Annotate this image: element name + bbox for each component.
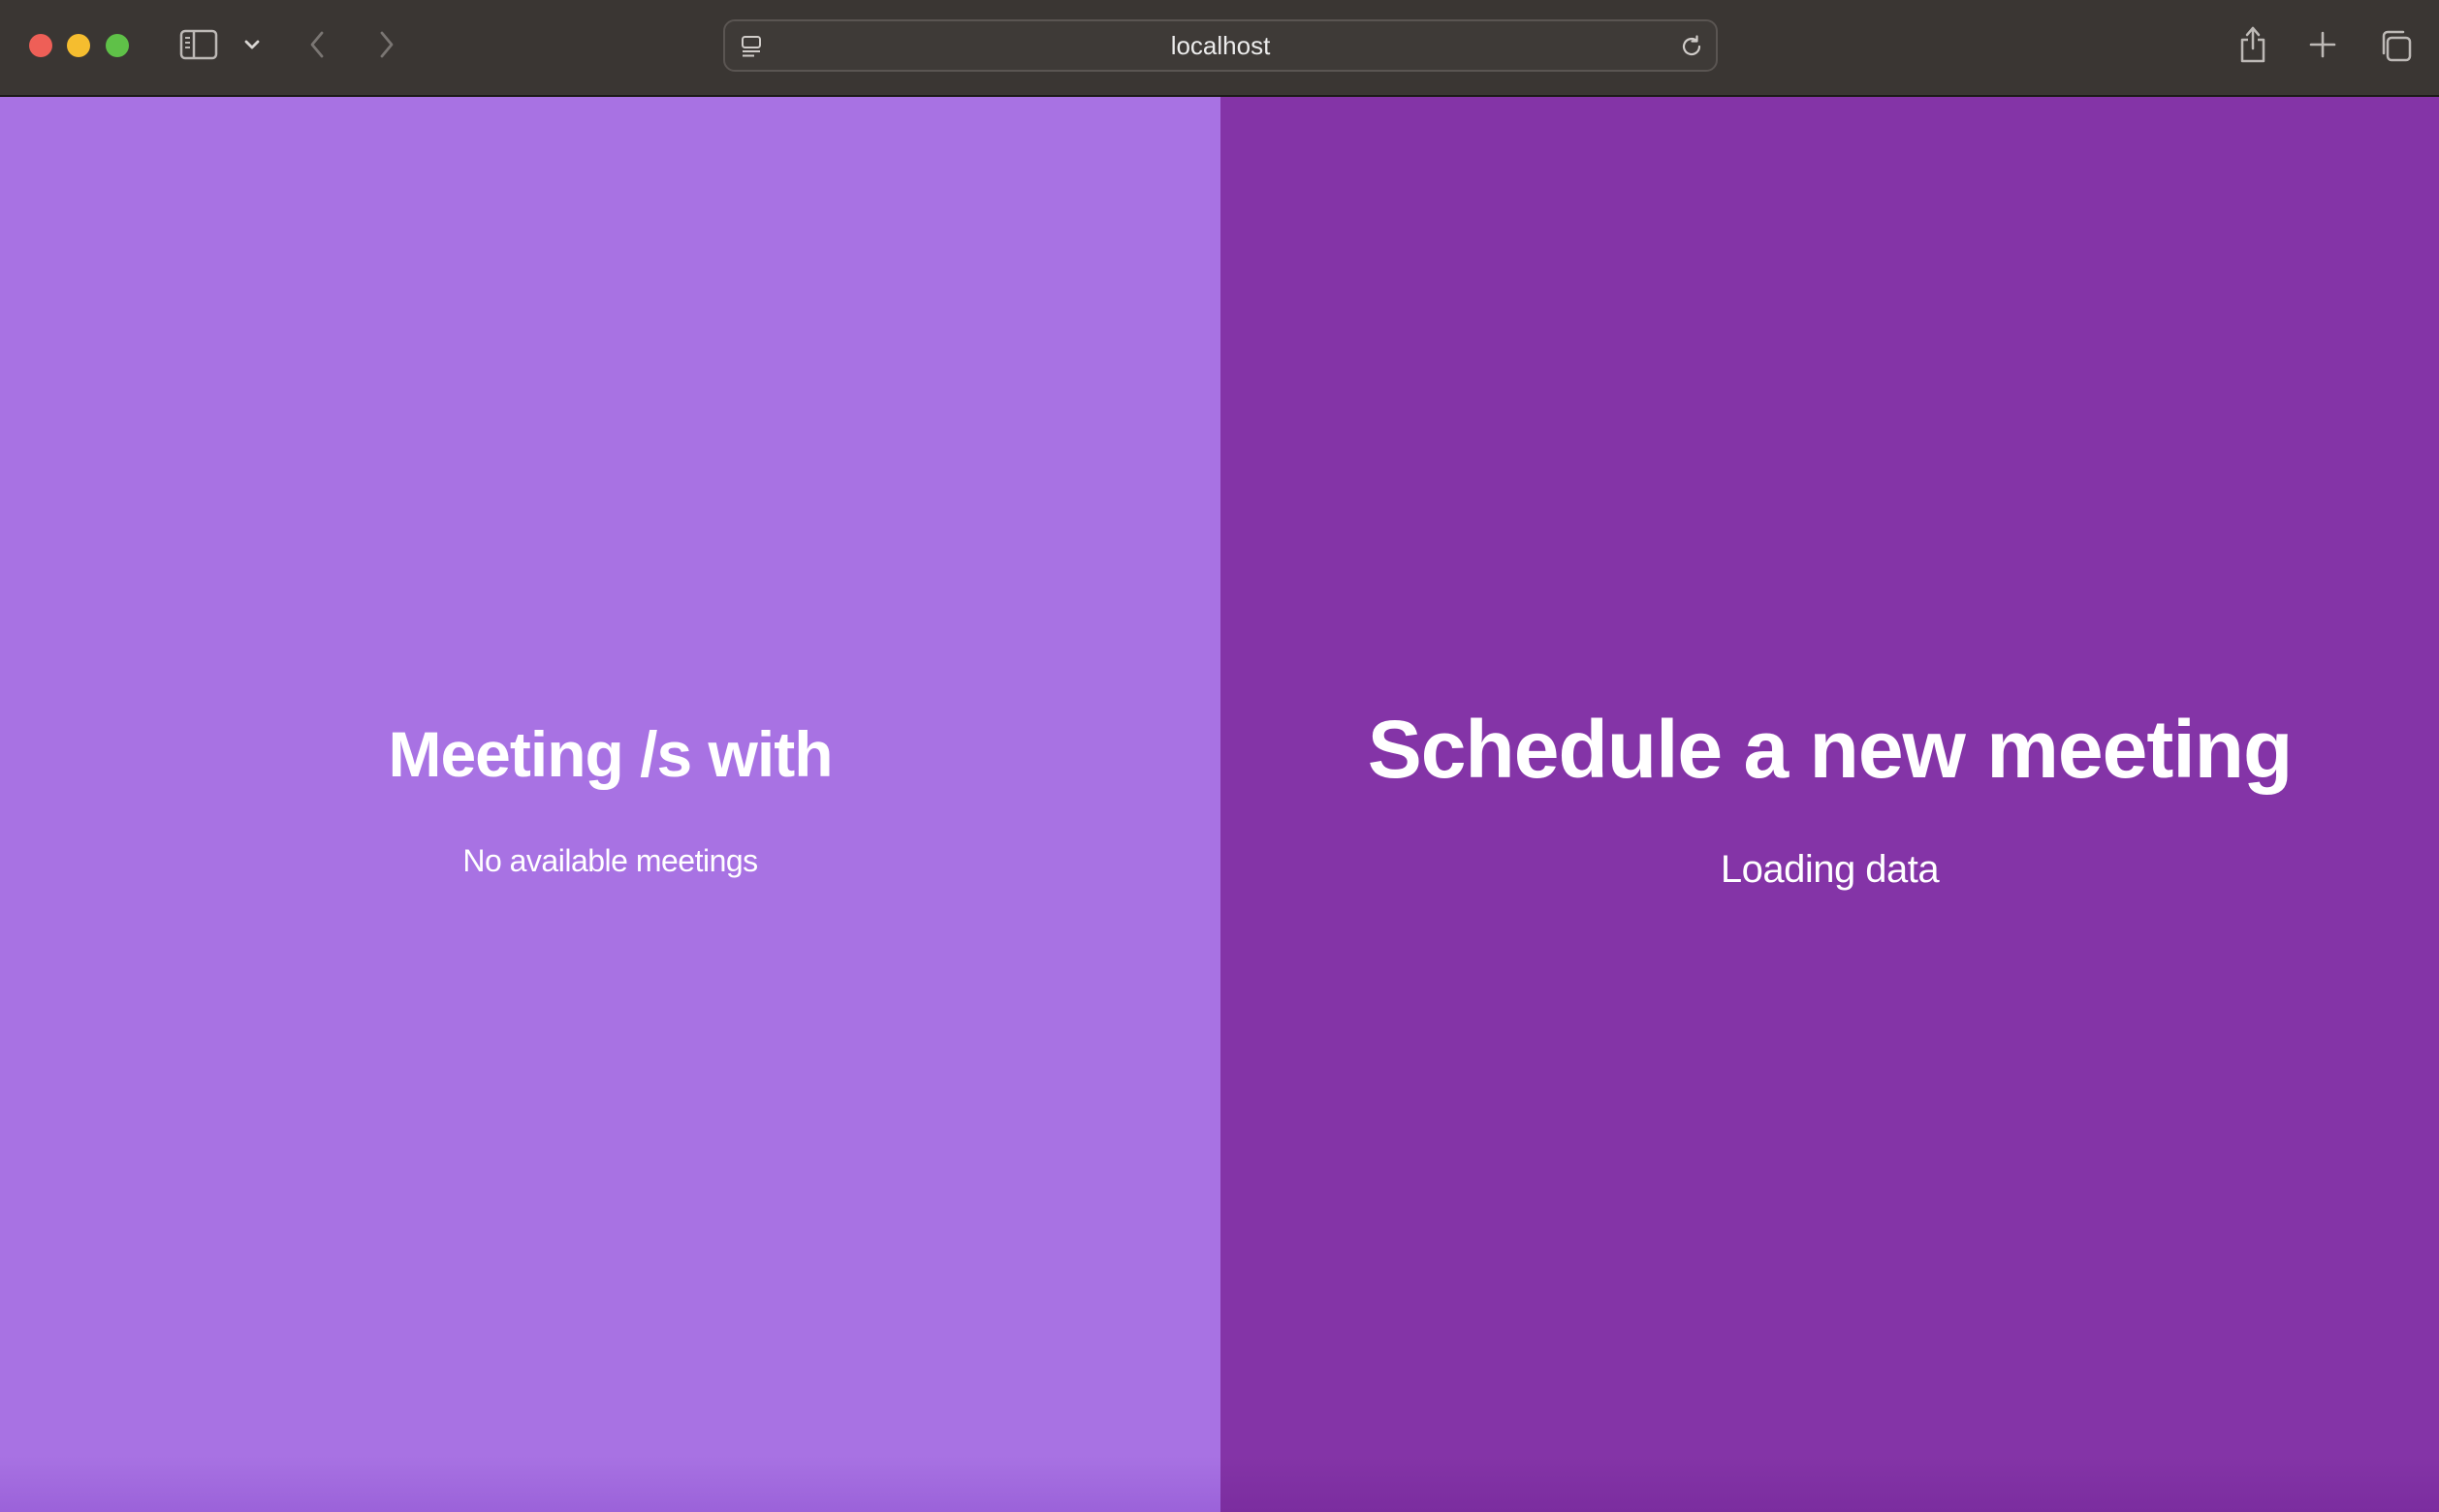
url-text[interactable]: localhost (725, 21, 1716, 70)
browser-window: localhost Meeting /s with No available m… (0, 0, 2439, 1512)
share-icon[interactable] (2235, 21, 2270, 66)
reload-icon[interactable] (1677, 32, 1706, 61)
chevron-left-icon[interactable] (302, 27, 332, 62)
maximize-window-icon[interactable] (106, 34, 129, 57)
loading-message: Loading data (1720, 848, 1940, 891)
tab-overview-icon[interactable] (2377, 27, 2414, 64)
chevron-right-icon[interactable] (372, 27, 401, 62)
address-bar[interactable]: localhost (723, 19, 1718, 72)
schedule-meeting-panel: Schedule a new meeting Loading data (1220, 97, 2439, 1512)
browser-toolbar: localhost (0, 0, 2439, 97)
close-window-icon[interactable] (29, 34, 52, 57)
page-content: Meeting /s with No available meetings Sc… (0, 97, 2439, 1512)
schedule-heading: Schedule a new meeting (1367, 704, 2294, 795)
meetings-heading: Meeting /s with (388, 718, 833, 790)
no-meetings-message: No available meetings (462, 843, 758, 878)
sidebar-toggle-icon[interactable] (177, 27, 220, 62)
plus-icon[interactable] (2305, 27, 2340, 62)
minimize-window-icon[interactable] (67, 34, 90, 57)
meetings-list-panel: Meeting /s with No available meetings (0, 97, 1220, 1512)
chevron-down-icon[interactable] (238, 29, 266, 60)
